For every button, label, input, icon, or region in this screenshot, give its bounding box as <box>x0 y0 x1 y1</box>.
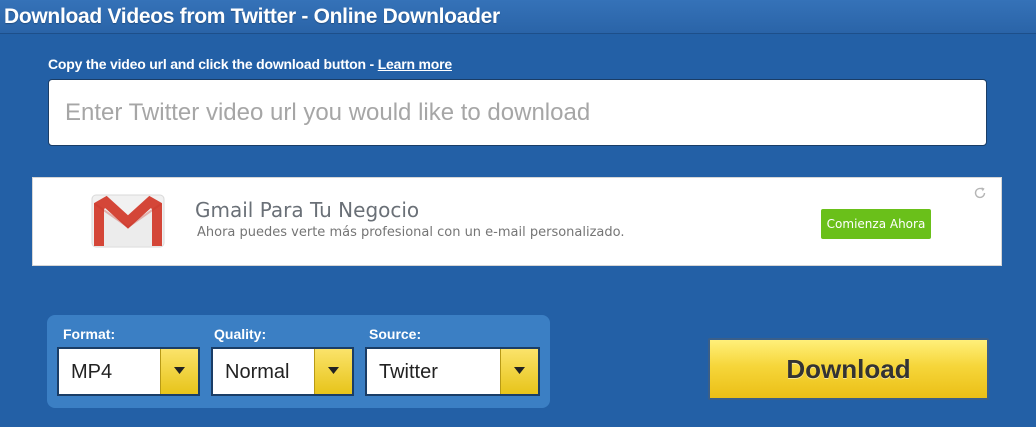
instruction-label: Copy the video url and click the downloa… <box>48 56 378 72</box>
instruction-text: Copy the video url and click the downloa… <box>48 56 452 72</box>
source-select[interactable]: Twitter <box>365 347 540 396</box>
caret-down-icon <box>174 367 185 374</box>
quality-select[interactable]: Normal <box>211 347 354 396</box>
format-value: MP4 <box>71 361 113 383</box>
ad-cta-button[interactable]: Comienza Ahora <box>821 209 931 239</box>
title-bar: Download Videos from Twitter - Online Do… <box>0 0 1036 34</box>
refresh-icon[interactable] <box>973 186 987 200</box>
learn-more-link[interactable]: Learn more <box>378 56 452 72</box>
download-button[interactable]: Download <box>708 338 989 400</box>
ad-banner[interactable]: Gmail Para Tu Negocio Ahora puedes verte… <box>32 177 1002 266</box>
gmail-icon <box>91 194 165 248</box>
quality-value: Normal <box>225 361 290 383</box>
source-dropdown-button[interactable] <box>500 349 538 394</box>
quality-dropdown-button[interactable] <box>314 349 352 394</box>
ad-title: Gmail Para Tu Negocio <box>195 198 420 222</box>
source-value: Twitter <box>379 361 438 383</box>
options-panel: Format: MP4 Quality: Normal Source: Twit… <box>47 315 550 408</box>
caret-down-icon <box>328 367 339 374</box>
page-title: Download Videos from Twitter - Online Do… <box>4 5 500 28</box>
ad-description: Ahora puedes verte más profesional con u… <box>197 225 625 240</box>
quality-label: Quality: <box>214 326 267 342</box>
format-label: Format: <box>63 326 116 342</box>
format-select[interactable]: MP4 <box>57 347 200 396</box>
video-url-input[interactable] <box>48 79 987 146</box>
source-label: Source: <box>369 326 422 342</box>
format-dropdown-button[interactable] <box>160 349 198 394</box>
caret-down-icon <box>514 367 525 374</box>
